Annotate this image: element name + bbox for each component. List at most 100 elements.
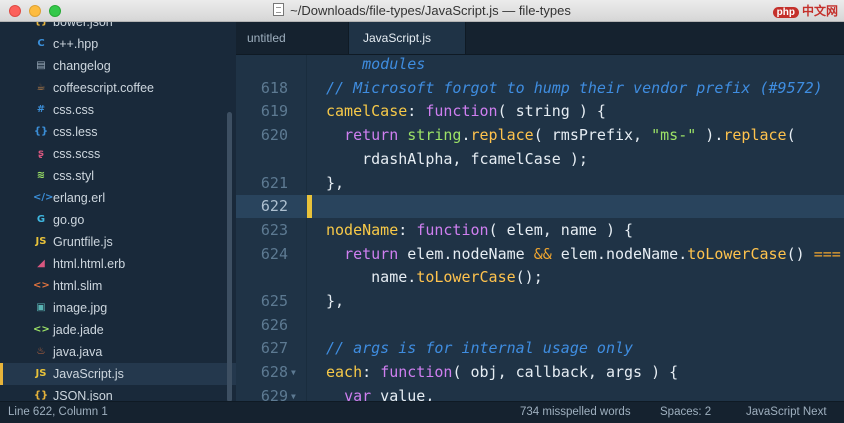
file-type-icon: ☕ [36,82,46,93]
code-line[interactable]: 623 nodeName: function( elem, name ) { [236,219,844,242]
sidebar-scrollbar[interactable] [227,112,232,401]
file-type-icon: JS [35,368,47,379]
sidebar-item[interactable]: {} bower.json [0,22,236,33]
code-token: elem.nodeName [398,244,534,263]
sidebar-item[interactable]: JS Gruntfile.js [0,231,236,253]
code-line[interactable]: 618 // Microsoft forgot to hump their ven… [236,77,844,100]
file-type-icon: {} [33,22,49,33]
code-token: ( elem, name ) { [488,220,634,239]
code-token: return [344,244,399,263]
code-line[interactable]: 626 [236,314,844,337]
file-type-icon: ◢ [37,258,45,269]
sidebar-item-label: css.scss [53,147,101,161]
code-text: nodeName: function( elem, name ) { [326,219,633,242]
fold-arrow-icon[interactable]: ▼ [291,361,296,384]
code-line[interactable]: 628 ▼ each: function( obj, callback, args … [236,361,844,384]
code-token: }, [326,292,345,310]
sidebar-item[interactable]: ◢ html.html.erb [0,253,236,275]
code-token: ( rmsPrefix, [533,126,652,145]
code-line[interactable]: 621}, [236,172,844,195]
file-type-icon: <> [33,280,50,291]
sidebar-item[interactable]: JS JavaScript.js [0,363,236,385]
sidebar-item[interactable]: # css.css [0,99,236,121]
sidebar-item[interactable]: <> jade.jade [0,319,236,341]
line-number: 619 [260,102,288,121]
code-text: modules [326,55,425,76]
code-line[interactable]: 620 return string.replace( rmsPrefix, "m… [236,124,844,147]
window-title: ~/Downloads/file-types/JavaScript.js — f… [290,3,571,18]
code-token: . [461,126,471,145]
sidebar-item-label: jade.jade [53,323,104,337]
sidebar-item-label: css.less [53,125,98,139]
line-number: 625 [260,292,288,310]
fold-arrow-icon[interactable]: ▼ [291,385,296,401]
sidebar-item[interactable]: ♨ java.java [0,341,236,363]
sidebar-item[interactable]: Ggo.go [0,209,236,231]
code-token: string [407,126,462,145]
tab-javascript-js[interactable]: JavaScript.js [348,22,466,54]
code-token: (); [515,268,543,287]
code-token: modules [362,55,426,73]
code-line[interactable]: 625}, [236,290,844,313]
sidebar-item-label: image.jpg [53,301,108,315]
code-token: value, [371,386,435,401]
code-token: nodeName [326,220,399,239]
code-token: elem.nodeName. [551,244,688,263]
code-line[interactable]: name.toLowerCase(); [236,266,844,289]
sidebar-item[interactable]: {} css.less [0,121,236,143]
code-line[interactable]: modules [236,55,844,76]
code-text: return elem.nodeName && elem.nodeName.to… [326,243,841,266]
sidebar-item-label: changelog [53,59,111,73]
sidebar-item[interactable]: {} JSON.json [0,385,236,401]
sidebar-item[interactable]: ≋ css.styl [0,165,236,187]
sidebar-item-label: c++.hpp [53,37,99,51]
file-type-icon: ♨ [36,346,46,357]
syntax-selector[interactable]: JavaScript Next [746,402,827,423]
code-token: toLowerCase [687,244,787,263]
window-title-container: ~/Downloads/file-types/JavaScript.js — f… [0,3,844,18]
spelling-status[interactable]: 734 misspelled words [520,402,631,423]
code-line[interactable]: 619 camelCase: function( string ) { [236,100,844,123]
tab-untitled[interactable]: untitled [236,22,348,54]
cursor-position: Line 622, Column 1 [8,406,108,418]
code-token: === [813,244,841,263]
line-number: 623 [260,220,288,239]
sidebar-item-label: coffeescript.coffee [53,81,154,95]
sidebar-item[interactable]: <> html.slim [0,275,236,297]
code-token: each [326,363,363,382]
sidebar-item[interactable]: ▤ changelog [0,55,236,77]
file-type-icon: {} [33,126,49,137]
sidebar-item[interactable]: ʂ css.scss [0,143,236,165]
file-type-icon: </> [33,192,54,203]
sidebar-item[interactable]: ☕ coffeescript.coffee [0,77,236,99]
current-code-line[interactable]: 622 [236,195,844,219]
code-line[interactable]: 624 return elem.nodeName && elem.nodeNam… [236,243,844,266]
sidebar-item[interactable]: ▣ image.jpg [0,297,236,319]
code-editor[interactable]: modules 618 // Microsoft forgot to hump th… [236,55,844,401]
code-token: ( [786,126,796,145]
code-line[interactable]: rdashAlpha, fcamelCase ); [236,148,844,171]
code-token: ( string ) { [497,102,606,121]
line-number: 622 [260,197,288,216]
code-text: var value, [326,385,434,401]
title-bar: ~/Downloads/file-types/JavaScript.js — f… [0,0,844,22]
sidebar-item-label: go.go [53,213,85,227]
line-number: 626 [260,315,288,334]
code-line[interactable]: 627 // args is for internal usage only [236,337,844,360]
code-text: each: function( obj, callback, args ) { [326,361,678,384]
code-line[interactable]: 629 ▼ var value, [236,385,844,401]
file-type-icon: ▣ [36,302,46,313]
sidebar-item[interactable]: Cc++.hpp [0,33,236,55]
file-type-icon: JS [35,236,47,247]
sidebar-item[interactable]: </> erlang.erl [0,187,236,209]
file-type-icon: C [37,38,45,49]
indentation-setting[interactable]: Spaces: 2 [660,402,711,423]
code-token: () [786,244,814,263]
code-token: // Microsoft forgot to hump their vendor… [326,78,823,97]
code-text: name.toLowerCase(); [326,266,543,289]
watermark: php 中文网 [772,2,838,19]
code-token: camelCase [326,102,408,121]
